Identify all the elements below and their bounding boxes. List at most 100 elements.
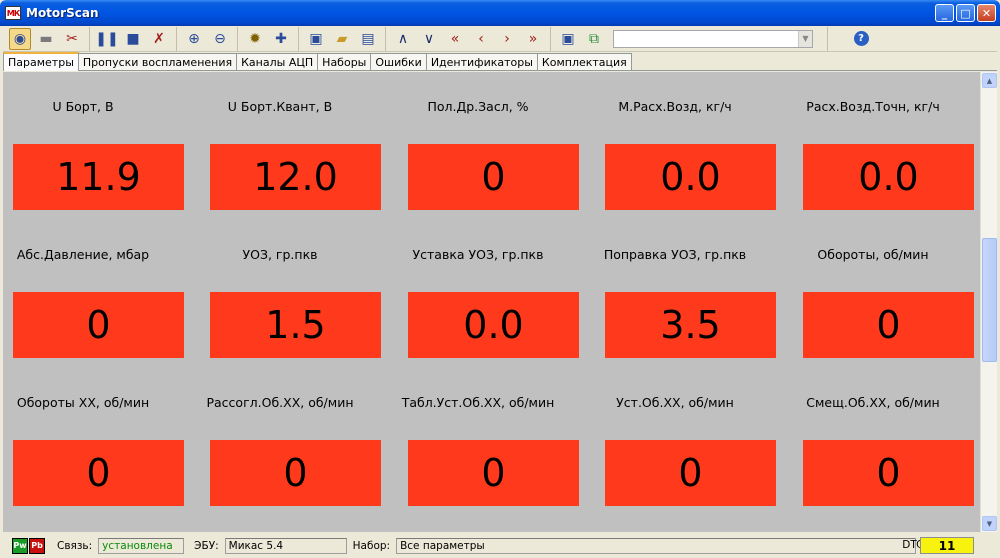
zoom-in-icon: ⊕	[188, 30, 200, 47]
param-label: УОЗ, гр.пкв	[242, 247, 318, 262]
add-button[interactable]: ✚	[270, 28, 292, 50]
next-button[interactable]: ›	[496, 28, 518, 50]
param-value: 0	[408, 440, 579, 506]
param-label: U Борт, В	[52, 99, 114, 114]
up-button[interactable]: ∧	[392, 28, 414, 50]
connect-button[interactable]: ◉	[9, 27, 31, 50]
gear-wheel-button[interactable]: ✹	[244, 28, 266, 50]
param-value: 0	[210, 440, 381, 506]
minimize-icon: _	[941, 6, 948, 20]
window-title: MotorScan	[26, 6, 99, 20]
tab-parameters[interactable]: Параметры	[3, 52, 79, 71]
pw-indicator: Pw	[12, 537, 28, 554]
clear-button[interactable]: ✗	[148, 28, 170, 50]
zoom-out-button[interactable]: ⊖	[209, 28, 231, 50]
pause-icon: ❚❚	[95, 30, 119, 47]
gear-wheel-icon: ✹	[249, 30, 261, 47]
save-set-icon: ▣	[561, 30, 575, 47]
tab-errors[interactable]: Ошибки	[370, 53, 427, 70]
export-button[interactable]: ▤	[357, 28, 379, 50]
param-label: Расх.Возд.Точн, кг/ч	[806, 99, 940, 114]
param-value: 11.9	[13, 144, 184, 210]
param-label: Поправка УОЗ, гр.пкв	[603, 247, 747, 262]
param-value: 0	[13, 440, 184, 506]
tab-identifiers[interactable]: Идентификаторы	[425, 53, 538, 70]
last-icon: »	[528, 30, 538, 47]
tab-configuration[interactable]: Комплектация	[536, 53, 632, 70]
down-button[interactable]: ∨	[418, 28, 440, 50]
tab-bar: Параметры Пропуски воспламенения Каналы …	[3, 52, 997, 71]
dtc-count: 11	[920, 537, 974, 554]
param-label: Табл.Уст.Об.ХХ, об/мин	[401, 395, 555, 410]
param-value: 12.0	[210, 144, 381, 210]
param-label: U Борт.Квант, В	[227, 99, 333, 114]
set-label: Набор:	[352, 539, 391, 552]
window-button[interactable]: ⧉	[583, 28, 605, 50]
param-value: 0	[13, 292, 184, 358]
first-button[interactable]: «	[444, 28, 466, 50]
pb-indicator: Pb	[29, 537, 45, 554]
zoom-in-button[interactable]: ⊕	[183, 28, 205, 50]
param-label: Уст.Об.ХХ, об/мин	[616, 395, 734, 410]
title-bar: МК MotorScan _ □ ✕	[0, 0, 1000, 26]
param-value: 1.5	[210, 292, 381, 358]
param-label: Абс.Давление, мбар	[16, 247, 150, 262]
param-value: 3.5	[605, 292, 776, 358]
set-value: Все параметры	[396, 537, 917, 554]
window-icon: ⧉	[589, 30, 599, 47]
up-icon: ∧	[397, 30, 409, 47]
scroll-up-icon[interactable]: ▲	[982, 73, 997, 88]
connect-icon: ◉	[13, 30, 27, 47]
tab-adc-channels[interactable]: Каналы АЦП	[236, 53, 319, 70]
save-set-button[interactable]: ▣	[557, 28, 579, 50]
scroll-thumb[interactable]	[982, 238, 997, 362]
tools-button[interactable]: ✂	[61, 28, 83, 50]
stop-button[interactable]: ■	[122, 28, 144, 50]
prev-button[interactable]: ‹	[470, 28, 492, 50]
maximize-icon: □	[960, 6, 971, 20]
tools-icon: ✂	[66, 30, 78, 47]
close-icon: ✕	[981, 6, 992, 20]
param-label: Обороты, об/мин	[817, 247, 929, 262]
toolbar: ◉ ▬ ✂ ❚❚ ■ ✗ ⊕ ⊖ ✹ ✚ ▣ ▰ ▤ ∧ ∨ « ‹ › » ▣…	[3, 26, 997, 52]
minimize-button[interactable]: _	[935, 4, 954, 22]
parameter-grid: U Борт, В 11.9 U Борт.Квант, В 12.0 Пол.…	[3, 72, 980, 532]
disconnect-button[interactable]: ▬	[35, 28, 57, 50]
param-value: 0	[803, 292, 974, 358]
stop-icon: ■	[126, 30, 140, 47]
save-button[interactable]: ▣	[305, 28, 327, 50]
clear-icon: ✗	[153, 30, 165, 47]
first-icon: «	[450, 30, 460, 47]
param-value: 0	[605, 440, 776, 506]
save-icon: ▣	[309, 30, 323, 47]
param-label: Уставка УОЗ, гр.пкв	[412, 247, 544, 262]
param-label: Обороты ХХ, об/мин	[16, 395, 150, 410]
open-folder-icon: ▰	[336, 30, 348, 47]
connection-label: Связь:	[57, 539, 93, 552]
param-value: 0	[408, 144, 579, 210]
param-value: 0.0	[408, 292, 579, 358]
param-label: М.Расх.Возд, кг/ч	[618, 99, 732, 114]
tab-sets[interactable]: Наборы	[317, 53, 372, 70]
chevron-down-icon[interactable]: ▼	[798, 30, 812, 47]
maximize-button[interactable]: □	[956, 4, 975, 22]
open-button[interactable]: ▰	[331, 28, 353, 50]
set-combobox[interactable]: ▼	[613, 29, 813, 48]
tab-misfires[interactable]: Пропуски воспламенения	[77, 53, 238, 70]
close-button[interactable]: ✕	[977, 4, 996, 22]
param-label: Рассогл.Об.ХХ, об/мин	[206, 395, 354, 410]
vertical-scrollbar[interactable]: ▲ ▼	[980, 72, 997, 532]
export-icon: ▤	[361, 30, 375, 47]
scroll-down-icon[interactable]: ▼	[982, 516, 997, 531]
prev-icon: ‹	[478, 30, 484, 47]
connection-status: установлена	[98, 537, 185, 554]
zoom-out-icon: ⊖	[214, 30, 226, 47]
param-label: Пол.Др.Засл, %	[427, 99, 529, 114]
ecu-value: Микас 5.4	[224, 537, 347, 554]
last-button[interactable]: »	[522, 28, 544, 50]
param-value: 0.0	[605, 144, 776, 210]
pause-button[interactable]: ❚❚	[95, 28, 119, 50]
ecu-label: ЭБУ:	[194, 539, 219, 552]
disconnect-icon: ▬	[39, 30, 53, 47]
help-button[interactable]: ?	[850, 28, 872, 50]
